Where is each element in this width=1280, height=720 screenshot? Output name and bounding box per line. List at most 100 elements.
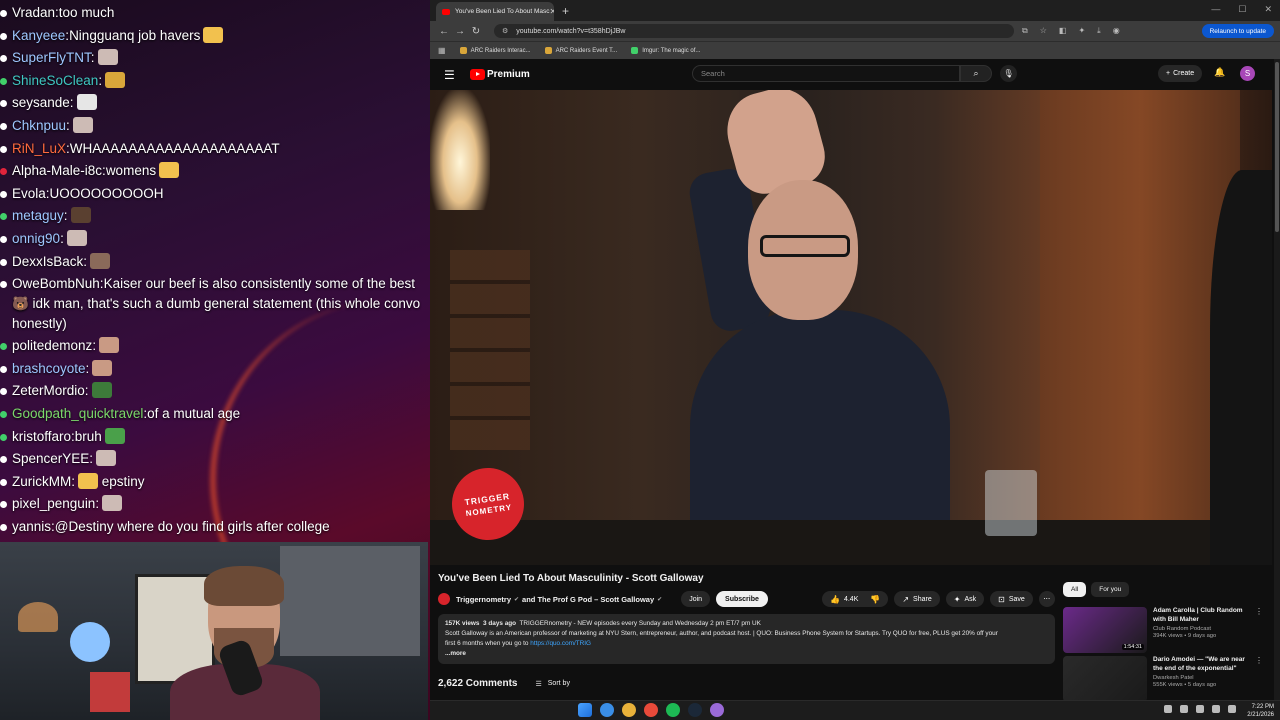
back-icon[interactable]: ←: [436, 26, 452, 37]
minimize-icon[interactable]: —: [1211, 4, 1220, 15]
bookmark-icon: ⊡: [998, 594, 1005, 604]
voice-search-button[interactable]: 🎙: [1000, 65, 1017, 82]
taskbar-app-icon[interactable]: [688, 703, 702, 717]
tab-close-icon[interactable]: ✕: [549, 7, 554, 16]
chat-username[interactable]: seysande: [12, 95, 70, 110]
tab-youtube-video[interactable]: You've Been Lied To About Masc ✕: [436, 2, 554, 21]
taskbar-app-icon[interactable]: [710, 703, 724, 717]
clock[interactable]: 7:22 PM 2/21/2026: [1247, 703, 1274, 719]
recommended-channel[interactable]: Dwarkesh Patel: [1153, 675, 1253, 681]
lamp-light: [430, 90, 490, 210]
video-player[interactable]: TRIGGER NOMETRY: [430, 90, 1272, 565]
windows-start-icon[interactable]: [578, 703, 592, 717]
bookmark-item[interactable]: Imgur: The magic of...: [631, 47, 700, 54]
bookmark-star-icon[interactable]: ☆: [1040, 26, 1047, 36]
site-info-icon[interactable]: ⚙: [502, 27, 508, 35]
extension-icon[interactable]: ◧: [1059, 26, 1067, 36]
chat-username[interactable]: ZurickMM: [12, 474, 71, 489]
video-thumbnail[interactable]: 1:54:31: [1063, 607, 1147, 653]
forward-icon[interactable]: →: [452, 26, 468, 37]
emote-icon: [91, 382, 112, 399]
more-options-icon[interactable]: ⋮: [1255, 607, 1263, 616]
collab-channel-name[interactable]: and The Prof G Pod – Scott Galloway: [522, 595, 654, 604]
chat-username[interactable]: SuperFlyTNT: [12, 50, 91, 65]
like-button[interactable]: 👍 4.4K 👎: [822, 591, 889, 607]
maximize-icon[interactable]: ☐: [1238, 4, 1246, 15]
relaunch-button[interactable]: Relaunch to update: [1201, 24, 1274, 38]
url-bar[interactable]: ⚙ youtube.com/watch?v=t358hDjJBw: [494, 24, 1014, 38]
chat-username[interactable]: Alpha-Male-i8c: [12, 163, 102, 178]
subscribe-button[interactable]: Subscribe: [716, 591, 768, 607]
chat-username[interactable]: politedemonz: [12, 338, 92, 353]
scrollbar-thumb[interactable]: [1275, 62, 1279, 232]
account-avatar[interactable]: S: [1240, 66, 1255, 81]
chat-username[interactable]: brashcoyote: [12, 361, 86, 376]
taskbar-app-icon[interactable]: [644, 703, 658, 717]
apps-grid-icon[interactable]: ▦: [438, 46, 446, 55]
search-input[interactable]: Search: [692, 65, 960, 82]
more-actions-button[interactable]: ⋯: [1038, 591, 1055, 607]
new-tab-icon[interactable]: +: [562, 4, 569, 18]
wifi-icon[interactable]: [1212, 705, 1220, 713]
taskbar-app-icon[interactable]: [666, 703, 680, 717]
tray-icon[interactable]: [1164, 705, 1172, 713]
download-icon[interactable]: ⤓: [1097, 26, 1101, 36]
bookmark-item[interactable]: ARC Raiders Interac...: [459, 47, 531, 54]
chat-username[interactable]: onnig90: [12, 231, 60, 246]
chip-all[interactable]: All: [1063, 582, 1087, 597]
save-button[interactable]: ⊡ Save: [990, 591, 1033, 607]
puzzle-icon[interactable]: ✦: [1078, 26, 1085, 36]
chip-for-you[interactable]: For you: [1091, 582, 1130, 597]
recommended-title[interactable]: Adam Carolla | Club Random with Bill Mah…: [1153, 607, 1253, 624]
chat-username[interactable]: ShineSoClean: [12, 73, 98, 88]
chat-username[interactable]: pixel_penguin: [12, 496, 95, 511]
chat-username[interactable]: RiN_LuX: [12, 141, 66, 156]
chat-username[interactable]: Evola: [12, 186, 46, 201]
chat-username[interactable]: Vradan: [12, 5, 55, 20]
chat-username[interactable]: Goodpath_quicktravel: [12, 406, 143, 421]
chat-username[interactable]: Chknpuu: [12, 118, 66, 133]
search-button[interactable]: ⌕: [960, 65, 992, 82]
volume-icon[interactable]: [1228, 705, 1236, 713]
channel-avatar[interactable]: [438, 593, 450, 605]
chat-username[interactable]: kristoffaro: [12, 429, 71, 444]
chat-username[interactable]: yannis: [12, 519, 51, 534]
tray-icon[interactable]: [1196, 705, 1204, 713]
notifications-bell-icon[interactable]: 🔔: [1214, 67, 1225, 78]
chat-username[interactable]: metaguy: [12, 208, 64, 223]
youtube-logo[interactable]: Premium: [470, 69, 530, 80]
install-icon[interactable]: ⧉: [1022, 26, 1028, 36]
reload-icon[interactable]: ↻: [468, 26, 484, 37]
description-box[interactable]: 157K views 3 days ago TRIGGERnometry - N…: [438, 614, 1055, 664]
join-button[interactable]: Join: [681, 591, 711, 607]
tray-icon[interactable]: [1180, 705, 1188, 713]
sponsor-link[interactable]: https://quo.com/TRIG: [530, 640, 591, 647]
show-more-link[interactable]: ...more: [445, 649, 1048, 659]
ask-button[interactable]: ✦ Ask: [945, 591, 985, 607]
recommended-title[interactable]: Dario Amodei — "We are near the end of t…: [1153, 656, 1253, 673]
recommended-video[interactable]: Dario Amodei — "We are near the end of t…: [1063, 656, 1263, 702]
chat-separator: :: [71, 473, 76, 489]
chat-username[interactable]: OweBombNuh: [12, 276, 100, 291]
chat-username[interactable]: SpencerYEE: [12, 451, 89, 466]
chat-username[interactable]: DexxIsBack: [12, 254, 83, 269]
recommended-channel[interactable]: Club Random Podcast: [1153, 626, 1253, 632]
youtube-header: ☰ Premium Search ⌕ 🎙 + Create 🔔 S: [430, 59, 1280, 90]
recommended-video[interactable]: 1:54:31 Adam Carolla | Club Random with B…: [1063, 607, 1263, 653]
create-button[interactable]: + Create: [1158, 65, 1203, 82]
more-options-icon[interactable]: ⋮: [1255, 656, 1263, 665]
taskbar-app-icon[interactable]: [622, 703, 636, 717]
sort-by-button[interactable]: ☰ Sort by: [535, 680, 569, 688]
chat-username[interactable]: ZeterMordio: [12, 383, 85, 398]
chat-username[interactable]: Kanyeee: [12, 28, 65, 43]
menu-icon[interactable]: ☰: [444, 68, 464, 82]
profile-icon[interactable]: ◉: [1113, 26, 1120, 36]
share-button[interactable]: ↗ Share: [894, 591, 940, 607]
mic-icon: 🎙: [1003, 69, 1014, 78]
close-window-icon[interactable]: ✕: [1264, 4, 1272, 15]
thumbs-down-icon[interactable]: 👎: [870, 595, 880, 604]
bookmark-item[interactable]: ARC Raiders Event T...: [544, 47, 617, 54]
video-thumbnail[interactable]: [1063, 656, 1147, 702]
taskbar-app-icon[interactable]: [600, 703, 614, 717]
channel-name[interactable]: Triggernometry: [456, 595, 511, 604]
